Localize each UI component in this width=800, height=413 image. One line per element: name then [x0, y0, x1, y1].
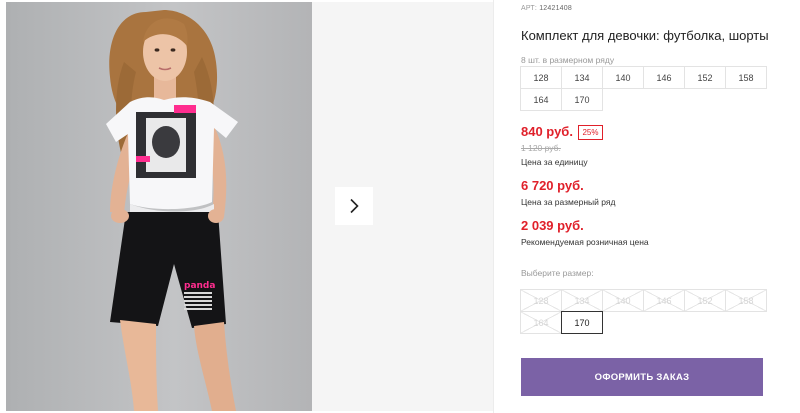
pack-note: 8 шт. в размерном ряду: [521, 55, 615, 65]
article-value: 12421408: [539, 5, 572, 12]
retail-price-label: Рекомендуемая розничная цена: [521, 237, 649, 247]
size-option-disabled: 128: [520, 289, 562, 312]
size-option-disabled: 140: [602, 289, 644, 312]
size-option-selected[interactable]: 170: [561, 311, 603, 334]
pack-size-cell: 134: [561, 66, 603, 89]
svg-text:panda: panda: [184, 281, 215, 291]
row-price-label: Цена за размерный ряд: [521, 197, 616, 207]
pack-size-cell: 152: [684, 66, 726, 89]
order-button[interactable]: ОФОРМИТЬ ЗАКАЗ: [521, 358, 763, 396]
unit-price: 840 руб.: [521, 124, 573, 139]
size-option-disabled: 134: [561, 289, 603, 312]
size-option-disabled: 158: [725, 289, 767, 312]
choose-size-label: Выберите размер:: [521, 268, 594, 278]
product-gallery: panda: [6, 2, 493, 411]
size-selector: 128 134 140 146 152 158 164 170: [520, 289, 767, 334]
pack-size-cell: 170: [561, 88, 603, 111]
girl-illustration: panda: [106, 10, 238, 411]
pack-size-cell: 164: [520, 88, 562, 111]
article-number: АРТ: 12421408: [521, 5, 572, 12]
row-price: 6 720 руб.: [521, 178, 584, 193]
pack-size-grid: 128 134 140 146 152 158 164 170: [520, 66, 767, 111]
article-label: АРТ:: [521, 5, 538, 12]
pack-size-cell: 140: [602, 66, 644, 89]
size-option-disabled: 146: [643, 289, 685, 312]
unit-price-label: Цена за единицу: [521, 157, 588, 167]
product-photo[interactable]: panda: [6, 2, 312, 411]
discount-badge: 25%: [578, 125, 603, 140]
pack-size-cell: 158: [725, 66, 767, 89]
column-divider: [493, 0, 494, 413]
size-option-disabled: 164: [520, 311, 562, 334]
chevron-right-icon: [350, 198, 359, 214]
old-price: 1 120 руб.: [521, 143, 561, 153]
size-option-disabled: 152: [684, 289, 726, 312]
pack-size-cell: 128: [520, 66, 562, 89]
pack-size-cell: 146: [643, 66, 685, 89]
retail-price: 2 039 руб.: [521, 218, 584, 233]
product-title: Комплект для девочки: футболка, шорты: [521, 28, 769, 43]
gallery-next-button[interactable]: [335, 187, 373, 225]
